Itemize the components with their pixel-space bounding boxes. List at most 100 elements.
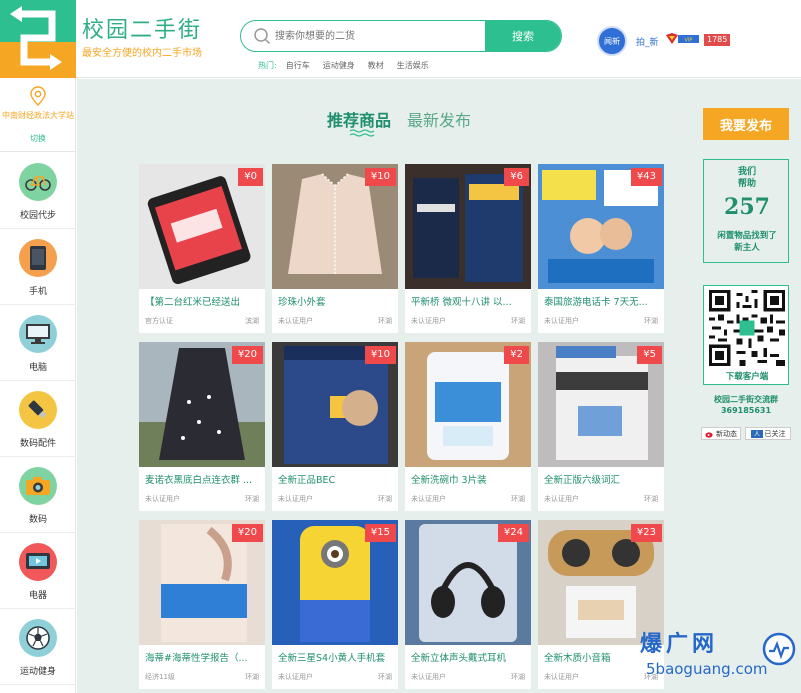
tab-recommended[interactable]: 推荐商品 [327,107,391,131]
watermark-text: 爆广网 [640,631,719,657]
category-digital[interactable]: 数码 [0,457,76,533]
product-card[interactable]: ¥24 全新立体声头戴式耳机 未认证用户 环湖 [405,520,531,689]
active-tab-wave-icon [349,129,375,137]
switch-campus-link[interactable]: 切换 [0,133,76,144]
product-card[interactable]: ¥2 全新洗碗巾 3片装 未认证用户 环湖 [405,342,531,511]
product-title[interactable]: 全新正品BEC [278,472,396,486]
search-bar: 搜索 [240,20,562,52]
qq-group-number: 369185631 [720,406,772,415]
product-title[interactable]: 海蒂#海蒂性学报告（... [145,650,263,664]
seller-area: 环湖 [378,495,392,503]
user-level-badge-icon: VIP [666,33,699,44]
site-watermark: 爆广网 5baoguang.com [634,626,800,688]
svg-text:VIP: VIP [685,38,693,44]
seller-area: 环湖 [511,317,525,325]
campus-name: 中南财经政法大学站 [2,111,74,120]
site-title[interactable]: 校园二手街 [82,12,202,44]
price-tag: ¥24 [497,524,529,542]
product-title[interactable]: 全新正版六级词汇 [544,472,662,486]
seller-area: 环湖 [644,495,658,503]
search-button[interactable]: 搜索 [485,21,561,51]
product-card[interactable]: ¥43 泰国旅游电话卡 7天无... 未认证用户 环湖 [538,164,664,333]
category-accessories[interactable]: 数码配件 [0,381,76,457]
usb-drive-icon [19,391,57,429]
seller-status: 官方认证 [145,317,173,325]
price-tag: ¥23 [630,524,662,542]
product-title[interactable]: 泰国旅游电话卡 7天无... [544,294,662,308]
seller-area: 滨湖 [245,317,259,325]
product-title[interactable]: 【第二台红米已经送出 [145,294,263,308]
seller-area: 环湖 [378,317,392,325]
category-sidebar: 中南财经政法大学站 切换 校园代步 手机 电脑 数码配件 数码 电器 运动健身 [0,78,76,693]
product-title[interactable]: 麦诺衣黑底白点连衣群 ... [145,472,263,486]
seller-area: 环湖 [644,317,658,325]
price-tag: ¥0 [238,168,263,186]
product-card[interactable]: ¥20 海蒂#海蒂性学报告（... 经济11级 环湖 [139,520,265,689]
seller-area: 环湖 [245,495,259,503]
price-tag: ¥5 [637,346,662,364]
product-title[interactable]: 全新三星S4小黄人手机套 [278,650,396,664]
product-card[interactable]: ¥10 全新正品BEC 未认证用户 环湖 [272,342,398,511]
product-title[interactable]: 全新立体声头戴式耳机 [411,650,529,664]
product-title[interactable]: 珍珠小外套 [278,294,396,308]
location-pin-icon [30,86,46,106]
renren-follow-button[interactable]: 人 已关注 [745,427,791,440]
category-label: 校园代步 [19,211,56,221]
price-tag: ¥2 [504,346,529,364]
renren-icon: 人 [750,429,763,438]
hot-tag-bicycle[interactable]: 自行车 [286,60,310,71]
seller-area: 环湖 [378,673,392,681]
logo-arrows-icon [10,6,62,70]
category-label: 运动健身 [19,667,56,677]
product-tabs: 推荐商品 最新发布 [327,107,471,131]
product-card[interactable]: ¥20 麦诺衣黑底白点连衣群 ... 未认证用户 环湖 [139,342,265,511]
site-logo[interactable] [0,0,76,78]
tv-icon [19,543,57,581]
download-app-label[interactable]: 下载客户端 [704,370,790,382]
product-card[interactable]: ¥6 平新桥 微观十八讲 以... 未认证用户 环湖 [405,164,531,333]
help-stats-label: 我们 帮助 [737,167,756,189]
qr-code-icon [709,290,785,366]
soccer-ball-icon [19,619,57,657]
phone-icon [19,239,57,277]
hot-tag-entertainment[interactable]: 生活娱乐 [397,60,429,71]
help-stats-count: 257 [724,194,770,220]
product-title[interactable]: 全新洗碗巾 3片装 [411,472,529,486]
campus-location: 中南财经政法大学站 切换 [0,78,76,152]
hot-tags-label: 热门: [258,61,277,70]
product-title[interactable]: 平新桥 微观十八讲 以... [411,294,529,308]
price-tag: ¥20 [231,524,263,542]
weibo-follow-label: 新动态 [716,429,737,438]
category-label: 电脑 [28,363,47,373]
hot-tag-textbook[interactable]: 教材 [368,60,384,71]
category-sports[interactable]: 运动健身 [0,609,76,685]
app-download-box[interactable]: 下载客户端 [703,285,789,385]
seller-status: 未认证用户 [278,673,313,681]
category-appliance[interactable]: 电器 [0,533,76,609]
publish-button[interactable]: 我要发布 [703,108,789,140]
hot-tag-fitness[interactable]: 运动健身 [323,60,355,71]
product-card[interactable]: ¥0 【第二台红米已经送出 官方认证 滨湖 [139,164,265,333]
svg-text:人: 人 [753,431,759,438]
price-tag: ¥10 [364,168,396,186]
seller-status: 未认证用户 [411,673,446,681]
seller-status: 未认证用户 [544,317,579,325]
seller-status: 经济11级 [145,673,175,681]
bicycle-icon [19,163,57,201]
seller-status: 未认证用户 [278,495,313,503]
seller-area: 环湖 [511,673,525,681]
tab-latest[interactable]: 最新发布 [407,107,471,131]
user-name[interactable]: 拍_新 [636,35,659,48]
category-phone[interactable]: 手机 [0,229,76,305]
product-card[interactable]: ¥10 珍珠小外套 未认证用户 环湖 [272,164,398,333]
renren-follow-label: 已关注 [764,429,786,438]
product-card[interactable]: ¥15 全新三星S4小黄人手机套 未认证用户 环湖 [272,520,398,689]
user-avatar[interactable]: 闻新 [597,26,627,56]
category-computer[interactable]: 电脑 [0,305,76,381]
category-transport[interactable]: 校园代步 [0,153,76,229]
price-tag: ¥10 [364,346,396,364]
search-input[interactable] [275,21,485,51]
product-card[interactable]: ¥5 全新正版六级词汇 未认证用户 环湖 [538,342,664,511]
price-tag: ¥6 [504,168,529,186]
weibo-follow-button[interactable]: 新动态 [701,427,741,440]
